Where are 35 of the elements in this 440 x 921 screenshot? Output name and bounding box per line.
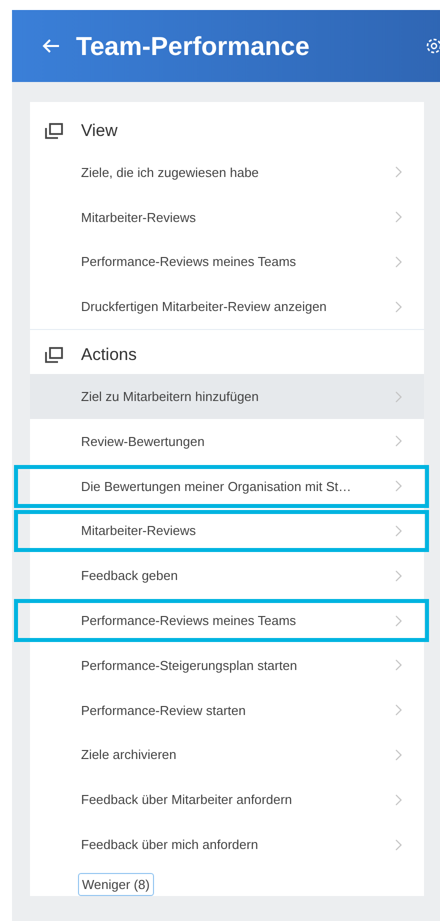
chevron-right-icon — [395, 166, 402, 178]
back-arrow-icon[interactable] — [42, 38, 60, 54]
chevron-right-icon — [395, 570, 402, 582]
show-less-button[interactable]: Weniger (8) — [78, 872, 154, 896]
chevron-right-icon — [395, 211, 402, 224]
menu-item[interactable]: Review-Bewertungen — [30, 418, 424, 464]
chevron-right-icon — [395, 614, 402, 627]
chevron-right-icon — [395, 794, 402, 806]
chevron-right-icon — [395, 659, 402, 672]
section-title: Actions — [81, 345, 137, 366]
chevron-right-icon — [395, 480, 402, 492]
chevron-right-icon — [395, 748, 402, 761]
menu-item[interactable]: Ziele archivieren — [30, 732, 424, 778]
menu-item[interactable]: Feedback über mich anfordern — [30, 822, 424, 867]
chevron-right-icon — [395, 300, 402, 313]
section-title: View — [81, 121, 118, 141]
windows-icon — [45, 347, 63, 364]
windows-icon — [45, 123, 63, 139]
menu-item[interactable]: Mitarbeiter-Reviews — [30, 194, 424, 240]
page-title: Team-Performance — [76, 30, 310, 62]
chevron-right-icon — [395, 704, 402, 716]
menu-item[interactable]: Performance-Review starten — [30, 688, 424, 733]
menu-item[interactable]: Druckfertigen Mitarbeiter-Review anzeigen — [30, 284, 424, 330]
menu-item[interactable]: Feedback über Mitarbeiter anfordern — [30, 777, 424, 822]
chevron-right-icon — [395, 256, 402, 268]
chevron-right-icon — [395, 838, 402, 851]
menu-item[interactable]: Ziel zu Mitarbeitern hinzufügen — [30, 374, 424, 419]
menu-item[interactable]: Performance-Reviews meines Teams — [30, 240, 424, 284]
menu-item[interactable]: Feedback geben — [30, 553, 424, 598]
menu-item[interactable]: Performance-Steigerungsplan starten — [30, 642, 424, 688]
menu-item[interactable]: Ziele, die ich zugewiesen habe — [30, 150, 424, 195]
chevron-right-icon — [395, 390, 402, 403]
chevron-right-icon — [395, 524, 402, 537]
chevron-right-icon — [395, 435, 402, 448]
settings-icon[interactable] — [424, 37, 440, 55]
